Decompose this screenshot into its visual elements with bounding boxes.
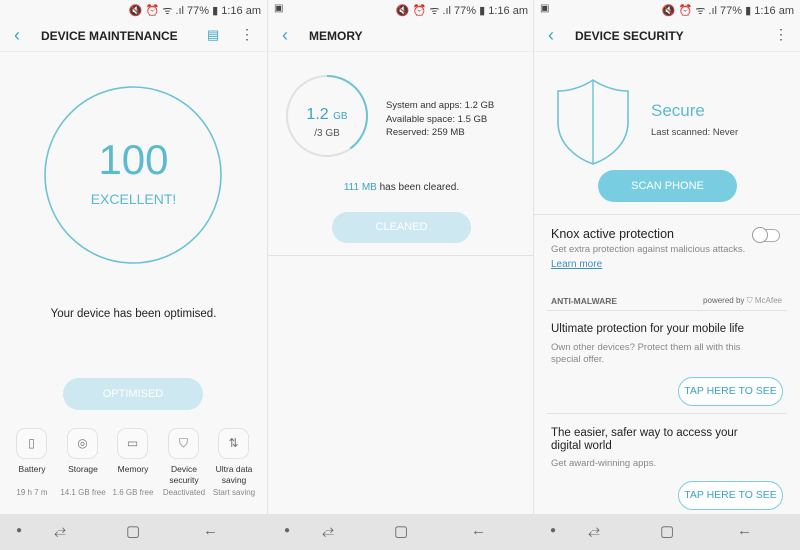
gallery-notification-icon: ▣ bbox=[540, 3, 550, 14]
home-icon[interactable]: ▢ bbox=[660, 522, 674, 540]
back-icon[interactable]: ‹ bbox=[14, 25, 20, 46]
header: ‹ DEVICE MAINTENANCE ▤ ⋮ bbox=[0, 18, 267, 52]
knox-title: Knox active protection bbox=[551, 227, 674, 241]
score-value: 100 bbox=[98, 136, 169, 183]
status-bar: ▣ 🔇 ⏰ ᯤ .ıl 77% ▮ 1:16 am bbox=[274, 3, 528, 17]
tile-label: Ultra data saving bbox=[215, 464, 253, 485]
status-message: Your device has been optimised. bbox=[50, 308, 217, 320]
tile-sub: Deactivated bbox=[162, 488, 206, 497]
more-options-icon[interactable]: ⋮ bbox=[774, 26, 788, 43]
offer-description: Get award-winning apps. bbox=[551, 458, 657, 469]
back-nav-icon[interactable]: ← bbox=[471, 522, 486, 539]
tile-label: Storage bbox=[68, 464, 98, 474]
home-icon[interactable]: ▢ bbox=[126, 522, 140, 540]
mcafee-logo: ⛉ McAfee bbox=[746, 296, 782, 305]
cleared-text: has been cleared. bbox=[376, 182, 460, 193]
cleared-amount: 111 MB bbox=[343, 182, 377, 193]
optimise-button[interactable]: OPTIMISED bbox=[63, 378, 203, 410]
storage-icon: ◎ bbox=[67, 428, 98, 459]
shield-icon bbox=[557, 79, 629, 165]
recents-icon[interactable]: ⥄ bbox=[588, 522, 600, 539]
divider bbox=[268, 255, 534, 256]
offer-description: Own other devices? Protect them all with… bbox=[551, 342, 741, 365]
divider bbox=[547, 413, 787, 414]
memory-total: /3 GB bbox=[314, 128, 340, 139]
learn-more-link[interactable]: Learn more bbox=[551, 259, 602, 270]
memory-icon: ▭ bbox=[117, 428, 148, 459]
powered-by: powered by ⛉ McAfee bbox=[703, 296, 782, 306]
gallery-notification-icon: ▣ bbox=[274, 3, 284, 14]
security-state: Secure bbox=[651, 101, 705, 120]
tap-here-button[interactable]: TAP HERE TO SEE bbox=[678, 377, 783, 406]
battery-icon: ▯ bbox=[16, 428, 47, 459]
brand-name: McAfee bbox=[754, 296, 782, 305]
tap-here-button[interactable]: TAP HERE TO SEE bbox=[678, 481, 783, 510]
clock: 1:16 am bbox=[488, 5, 528, 17]
navigation-bar: ● ⥄ ▢ ← bbox=[534, 514, 800, 550]
memory-used: 1.2 GB bbox=[285, 106, 369, 124]
status-icons: 🔇 ⏰ ᯤ .ıl bbox=[661, 5, 721, 17]
memory-breakdown: System and apps: 1.2 GB Available space:… bbox=[386, 99, 494, 140]
header: ‹ DEVICE SECURITY ⋮ bbox=[534, 18, 800, 52]
divider bbox=[534, 214, 800, 215]
navigation-bar: ● ⥄ ▢ ← bbox=[0, 514, 267, 550]
tile-sub: 14.1 GB free bbox=[60, 488, 106, 497]
back-icon[interactable]: ‹ bbox=[282, 25, 288, 46]
reserved: Reserved: 259 MB bbox=[386, 127, 465, 138]
recents-icon[interactable]: ⥄ bbox=[322, 522, 334, 539]
tile-label: Battery bbox=[18, 464, 46, 474]
tile-sub: 19 h 7 m bbox=[16, 488, 48, 497]
header: ‹ MEMORY bbox=[268, 18, 534, 52]
dot-icon[interactable]: ● bbox=[550, 525, 556, 536]
battery-level: 77% bbox=[454, 5, 477, 17]
used-value: 1.2 bbox=[306, 106, 329, 123]
status-bar: ▣ 🔇 ⏰ ᯤ .ıl 77% ▮ 1:16 am bbox=[540, 3, 794, 17]
data-saving-icon: ⇅ bbox=[218, 428, 249, 459]
tile-sub: 1.6 GB free bbox=[112, 488, 154, 497]
battery-level: 77% bbox=[187, 5, 210, 17]
back-nav-icon[interactable]: ← bbox=[737, 522, 752, 539]
used-unit: GB bbox=[333, 111, 348, 122]
page-title: DEVICE SECURITY bbox=[575, 29, 684, 43]
clean-button[interactable]: CLEANED bbox=[332, 212, 471, 243]
page-title: DEVICE MAINTENANCE bbox=[41, 29, 178, 43]
last-scanned: Last scanned: Never bbox=[651, 127, 739, 138]
status-icons: 🔇 ⏰ ᯤ .ıl bbox=[395, 5, 455, 17]
clock: 1:16 am bbox=[221, 5, 261, 17]
memory-screen: ▣ 🔇 ⏰ ᯤ .ıl 77% ▮ 1:16 am ‹ MEMORY 1.2 G… bbox=[267, 0, 534, 550]
shield-icon: ⛉ bbox=[168, 428, 199, 459]
tile-sub: Start saving bbox=[212, 488, 256, 497]
device-security-screen: ▣ 🔇 ⏰ ᯤ .ıl 77% ▮ 1:16 am ‹ DEVICE SECUR… bbox=[533, 0, 800, 550]
divider bbox=[547, 310, 787, 311]
dot-icon[interactable]: ● bbox=[284, 525, 290, 536]
status-bar: 🔇 ⏰ ᯤ .ıl 77% ▮ 1:16 am bbox=[128, 5, 261, 17]
powered-by-label: powered by bbox=[703, 296, 745, 305]
toggle-thumb bbox=[752, 227, 768, 243]
home-icon[interactable]: ▢ bbox=[394, 522, 408, 540]
navigation-bar: ● ⥄ ▢ ← bbox=[268, 514, 534, 550]
scan-phone-button[interactable]: SCAN PHONE bbox=[598, 170, 737, 202]
status-icons: 🔇 ⏰ ᯤ .ıl bbox=[128, 5, 188, 17]
report-icon[interactable]: ▤ bbox=[207, 27, 219, 43]
score-rating: EXCELLENT! bbox=[90, 191, 177, 207]
offer-title: The easier, safer way to access your dig… bbox=[551, 427, 738, 452]
clock: 1:16 am bbox=[754, 5, 794, 17]
dot-icon[interactable]: ● bbox=[16, 525, 22, 536]
back-nav-icon[interactable]: ← bbox=[203, 522, 218, 539]
offer-title: Ultimate protection for your mobile life bbox=[551, 323, 745, 335]
page-title: MEMORY bbox=[309, 29, 363, 43]
available-space: Available space: 1.5 GB bbox=[386, 113, 488, 125]
knox-toggle[interactable] bbox=[752, 227, 780, 243]
back-icon[interactable]: ‹ bbox=[548, 25, 554, 46]
more-options-icon[interactable]: ⋮ bbox=[240, 26, 254, 43]
section-header: ANTI-MALWARE bbox=[551, 296, 618, 306]
tile-label: Device security bbox=[169, 464, 199, 485]
tile-label: Memory bbox=[117, 464, 149, 474]
knox-description: Get extra protection against malicious a… bbox=[551, 244, 746, 255]
system-apps: System and apps: 1.2 GB bbox=[386, 100, 495, 111]
device-maintenance-screen: 🔇 ⏰ ᯤ .ıl 77% ▮ 1:16 am ‹ DEVICE MAINTEN… bbox=[0, 0, 267, 550]
cleared-message: 111 MB has been cleared. bbox=[268, 182, 534, 193]
battery-level: 77% bbox=[720, 5, 743, 17]
recents-icon[interactable]: ⥄ bbox=[54, 522, 66, 539]
